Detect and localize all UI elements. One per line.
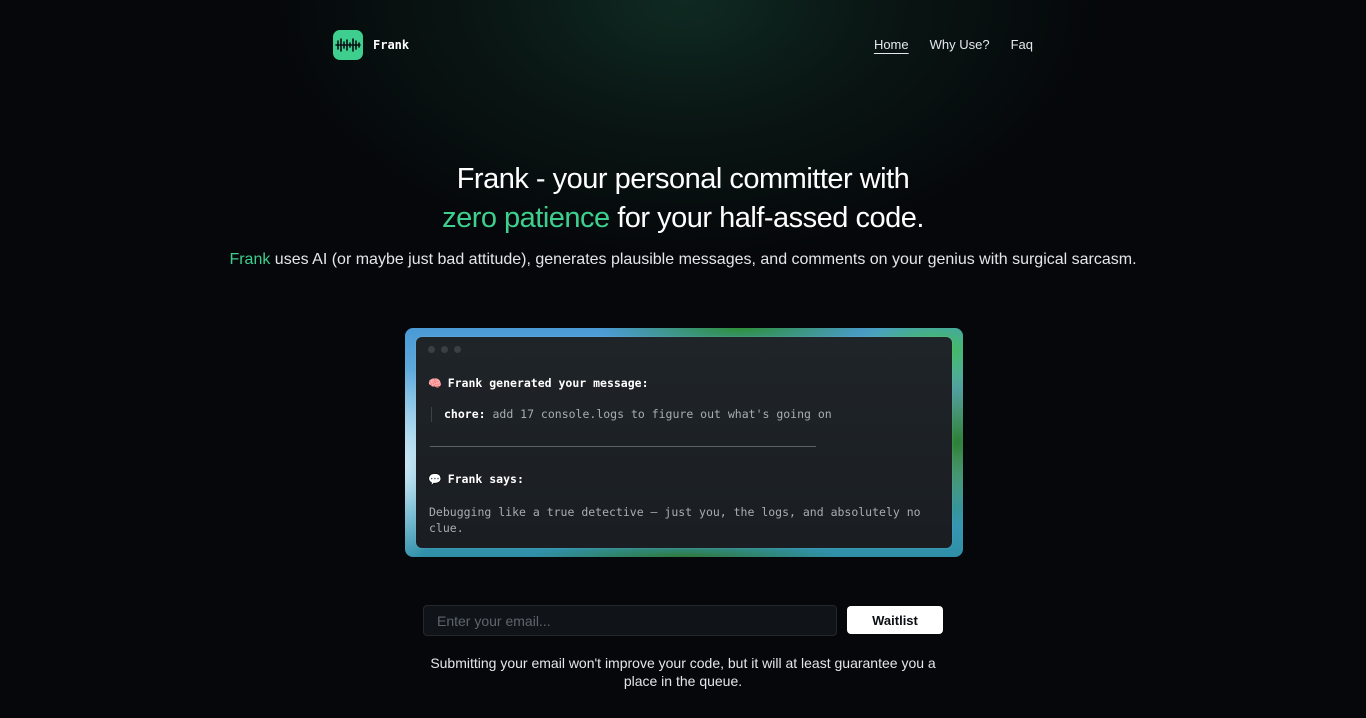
generated-label: Frank generated your message:: [447, 376, 649, 390]
form-footnote: Submitting your email won't improve your…: [430, 655, 936, 689]
commit-type: chore:: [444, 407, 486, 421]
brand[interactable]: Frank: [333, 30, 409, 60]
hero-title: Frank - your personal committer with zer…: [0, 160, 1366, 238]
window-dot-icon: [428, 346, 435, 353]
window-controls: [428, 346, 461, 353]
hero-title-accent: zero patience: [442, 202, 610, 234]
commit-message: add 17 console.logs to figure out what's…: [485, 407, 832, 421]
says-heading: 💬 Frank says:: [428, 472, 524, 486]
main-nav: Home Why Use? Faq: [874, 37, 1033, 52]
waitlist-button[interactable]: Waitlist: [847, 606, 943, 634]
hero-subtitle: Frank uses AI (or maybe just bad attitud…: [0, 250, 1366, 269]
hero-subtitle-text: uses AI (or maybe just bad attitude), ge…: [270, 251, 1137, 268]
demo-card: 🧠 Frank generated your message: chore: ad…: [405, 328, 963, 557]
terminal-window: 🧠 Frank generated your message: chore: ad…: [416, 337, 952, 548]
email-input[interactable]: [423, 605, 837, 636]
window-dot-icon: [454, 346, 461, 353]
generated-heading: 🧠 Frank generated your message:: [428, 376, 649, 390]
commit-message-block: chore: add 17 console.logs to figure out…: [431, 407, 832, 422]
nav-why-use-link[interactable]: Why Use?: [930, 37, 990, 52]
site-header: Frank Home Why Use? Faq: [333, 30, 1033, 60]
hero-title-line2: for your half-assed code.: [609, 202, 924, 234]
waveform-logo-icon: [333, 30, 363, 60]
hero-title-line1: Frank - your personal committer with: [456, 163, 910, 195]
speech-bubble-icon: 💬: [428, 473, 442, 486]
says-text: Debugging like a true detective — just y…: [429, 505, 921, 535]
nav-faq-link[interactable]: Faq: [1011, 37, 1033, 52]
window-dot-icon: [441, 346, 448, 353]
hero-subtitle-accent: Frank: [229, 251, 271, 268]
divider: [430, 446, 816, 447]
says-label: Frank says:: [447, 472, 524, 486]
brand-name: Frank: [373, 38, 410, 52]
brain-icon: 🧠: [428, 377, 442, 390]
nav-home-link[interactable]: Home: [874, 37, 909, 52]
